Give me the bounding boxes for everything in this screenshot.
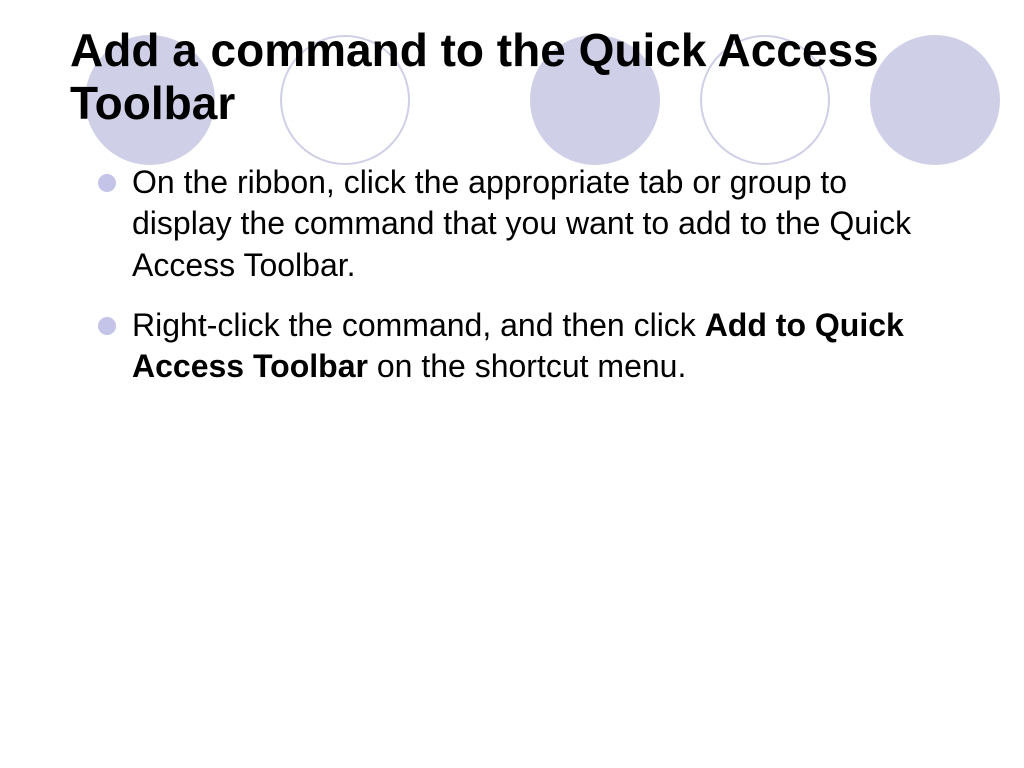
list-item: Right-click the command, and then click … xyxy=(98,305,954,388)
bullet-list: On the ribbon, click the appropriate tab… xyxy=(70,162,954,388)
bullet-text-pre: On the ribbon, click the appropriate tab… xyxy=(132,164,911,283)
list-item: On the ribbon, click the appropriate tab… xyxy=(98,162,954,287)
bullet-icon xyxy=(98,174,116,192)
bullet-text-post: on the shortcut menu. xyxy=(368,348,686,384)
slide-content: Add a command to the Quick Access Toolba… xyxy=(0,0,1024,388)
slide-title: Add a command to the Quick Access Toolba… xyxy=(70,24,954,130)
bullet-text-pre: Right-click the command, and then click xyxy=(132,307,705,343)
bullet-icon xyxy=(98,317,116,335)
